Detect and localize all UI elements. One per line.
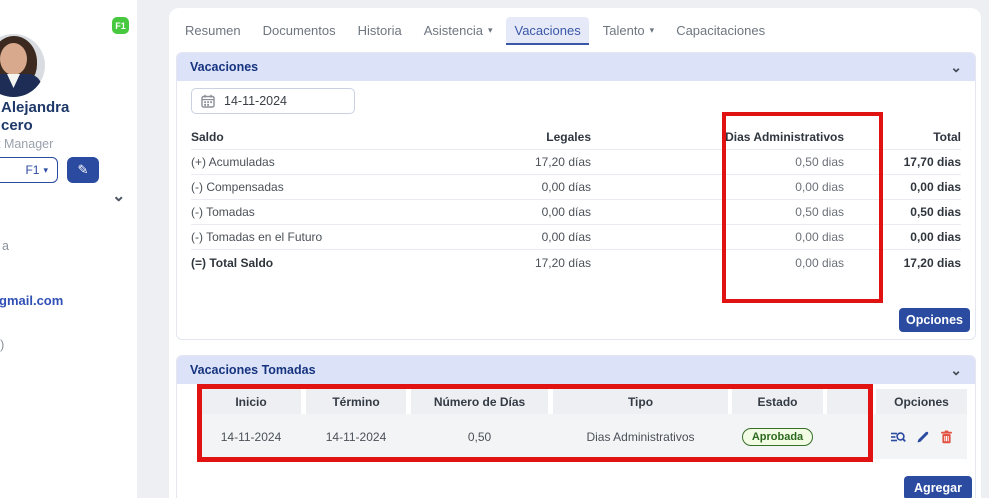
- tab-vacaciones[interactable]: Vacaciones: [506, 17, 588, 45]
- sidebar-collapse-chevron-icon[interactable]: ⌄: [112, 186, 125, 206]
- sidebar-text-fragment-top: a: [2, 239, 9, 253]
- vacaciones-tomadas-table: Inicio Término Número de Días Tipo Estad…: [201, 389, 967, 459]
- vacaciones-tomadas-panel: Vacaciones Tomadas ⌄ Inicio Término Núme…: [176, 355, 976, 498]
- employee-name-line1: Alejandra: [1, 99, 69, 116]
- estado-cell: Aprobada: [732, 428, 823, 446]
- employee-role: t Manager: [0, 137, 53, 151]
- calendar-icon: [201, 94, 215, 108]
- table-row: (-) Tomadas 0,00 días 0,50 dias 0,50 dia…: [191, 200, 961, 225]
- tab-talento[interactable]: Talento▾: [595, 17, 662, 45]
- tab-asistencia[interactable]: Asistencia▾: [416, 17, 501, 45]
- table-row: (-) Compensadas 0,00 días 0,00 dias 0,00…: [191, 175, 961, 200]
- caret-down-icon: ▾: [650, 25, 655, 36]
- status-badge: Aprobada: [742, 428, 813, 446]
- saldo-table-header: Saldo Legales Dias Administrativos Total: [191, 125, 961, 150]
- tab-documentos[interactable]: Documentos: [255, 17, 344, 45]
- collapse-chevron-icon[interactable]: ⌄: [950, 62, 962, 72]
- date-value: 14-11-2024: [224, 94, 287, 108]
- edit-pencil-icon[interactable]: [916, 430, 930, 444]
- collapse-chevron-icon[interactable]: ⌄: [950, 365, 962, 375]
- company-dropdown-label: F1: [25, 163, 39, 177]
- tomadas-table-row: 14-11-2024 14-11-2024 0,50 Dias Administ…: [201, 414, 967, 459]
- zoom-details-icon[interactable]: [890, 430, 906, 444]
- vacaciones-panel: Vacaciones ⌄ 14-11-2024 Saldo Legales Di: [176, 52, 976, 340]
- date-picker-input[interactable]: 14-11-2024: [191, 88, 355, 114]
- profile-tabs: Resumen Documentos Historia Asistencia▾ …: [177, 17, 773, 45]
- tab-historia[interactable]: Historia: [350, 17, 410, 45]
- table-row: (-) Tomadas en el Futuro 0,00 días 0,00 …: [191, 225, 961, 250]
- caret-down-icon: ▾: [488, 25, 493, 36]
- termino-cell: 14-11-2024: [306, 430, 406, 444]
- avatar-suit: [0, 74, 42, 97]
- saldo-table: Saldo Legales Dias Administrativos Total…: [191, 125, 961, 275]
- avatar: [0, 34, 45, 97]
- numero-dias-cell: 0,50: [411, 430, 548, 444]
- sidebar-text-fragment-bottom: ): [0, 337, 4, 352]
- employee-email-link[interactable]: gmail.com: [0, 293, 63, 308]
- vacaciones-tomadas-panel-header: Vacaciones Tomadas ⌄: [177, 356, 975, 384]
- tipo-cell: Dias Administrativos: [553, 430, 728, 444]
- table-row-total: (=) Total Saldo 17,20 días 0,00 dias 17,…: [191, 250, 961, 275]
- employee-vacations-page: F1 Alejandra cero t Manager F1 ▾ ✎ ⌄ a g…: [0, 0, 989, 498]
- pencil-icon: ✎: [78, 162, 89, 178]
- panel-title: Vacaciones: [190, 60, 258, 74]
- company-dropdown[interactable]: F1 ▾: [0, 157, 58, 183]
- table-row: (+) Acumuladas 17,20 días 0,50 dias 17,7…: [191, 150, 961, 175]
- vacaciones-panel-header: Vacaciones ⌄: [177, 53, 975, 81]
- caret-down-icon: ▾: [43, 165, 48, 176]
- company-badge: F1: [112, 17, 129, 34]
- tomadas-table-header: Inicio Término Número de Días Tipo Estad…: [201, 389, 967, 414]
- employee-sidebar: F1 Alejandra cero t Manager F1 ▾ ✎ ⌄ a g…: [0, 0, 137, 498]
- edit-profile-button[interactable]: ✎: [67, 157, 99, 183]
- tab-resumen[interactable]: Resumen: [177, 17, 249, 45]
- row-options-cell: [876, 430, 967, 444]
- panel-title: Vacaciones Tomadas: [190, 363, 316, 377]
- inicio-cell: 14-11-2024: [201, 430, 301, 444]
- trash-icon[interactable]: [940, 430, 953, 444]
- opciones-button[interactable]: Opciones: [899, 308, 970, 332]
- avatar-face: [0, 43, 27, 75]
- tab-capacitaciones[interactable]: Capacitaciones: [668, 17, 773, 45]
- employee-name-line2: cero: [1, 117, 33, 134]
- agregar-button[interactable]: Agregar: [904, 476, 972, 498]
